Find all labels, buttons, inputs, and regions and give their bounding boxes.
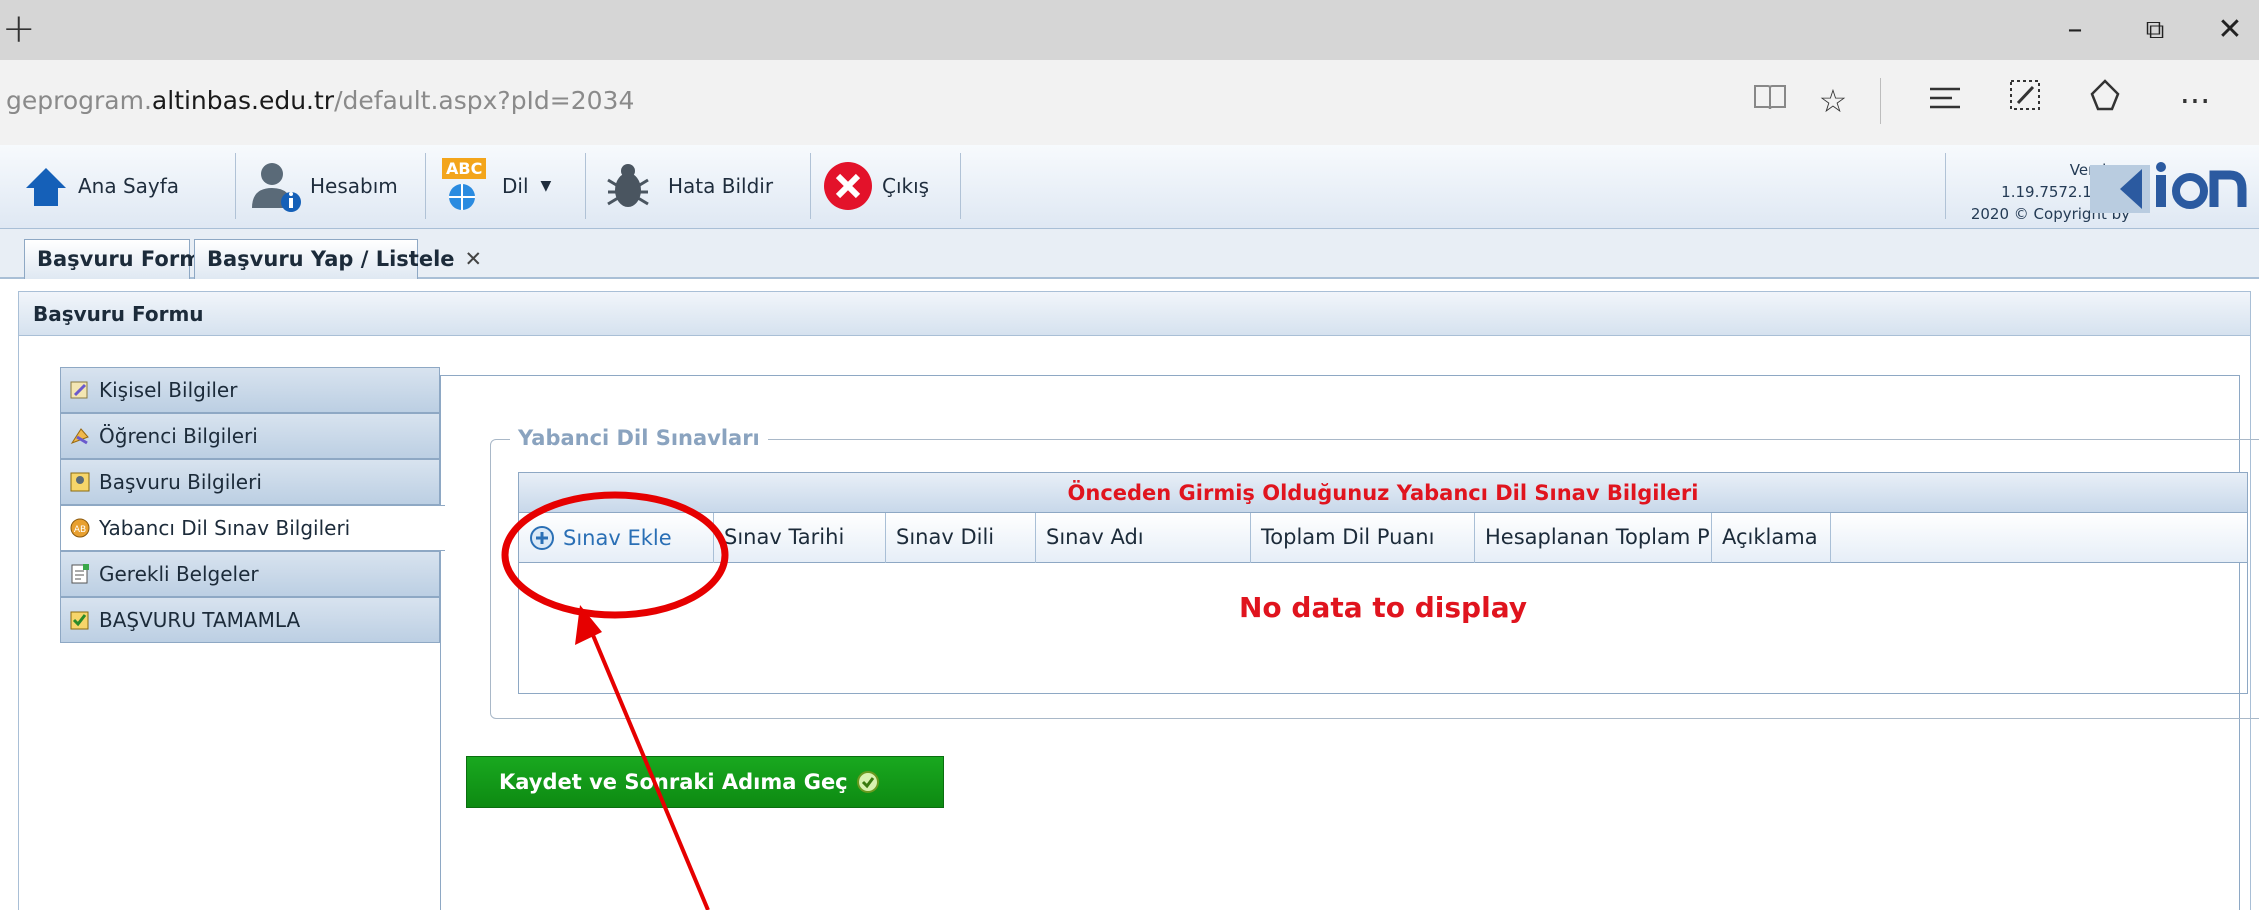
tab-label: Başvuru Yap / Listele <box>207 247 455 271</box>
close-icon[interactable]: ✕ <box>465 247 483 271</box>
complete-icon <box>70 611 89 630</box>
column-header-description[interactable]: Açıklama <box>1712 513 1831 563</box>
sidebar-item-label: BAŞVURU TAMAMLA <box>99 608 301 632</box>
web-note-icon[interactable] <box>2000 78 2050 124</box>
app-toolbar: Ana Sayfa Hesabım ABC Dil ▼ Hata Bildir … <box>0 145 2259 229</box>
account-button[interactable]: Hesabım <box>248 153 398 219</box>
minimize-button[interactable]: – <box>2050 10 2100 50</box>
sidebar-item-student[interactable]: Öğrenci Bilgileri <box>60 413 440 459</box>
sidebar-item-label: Başvuru Bilgileri <box>99 470 262 494</box>
logout-icon <box>824 162 872 210</box>
kion-logo <box>2090 159 2250 215</box>
toolbar-separator <box>810 153 811 219</box>
toolbar-separator <box>235 153 236 219</box>
account-label: Hesabım <box>310 174 398 198</box>
save-next-button[interactable]: Kaydet ve Sonraki Adıma Geç <box>466 756 944 808</box>
report-bug-label: Hata Bildir <box>668 174 774 198</box>
browser-titlebar: + – ⧉ ✕ <box>0 0 2259 60</box>
language-dropdown[interactable]: ABC Dil ▼ <box>440 153 551 219</box>
exams-grid: Önceden Girmiş Olduğunuz Yabancı Dil Sın… <box>518 472 2248 694</box>
documents-icon <box>71 564 89 584</box>
reading-view-icon[interactable] <box>1745 78 1795 124</box>
tab-label: Başvuru Formu <box>37 247 217 271</box>
column-header-exam-language[interactable]: Sınav Dili <box>886 513 1036 563</box>
sidebar-item-application[interactable]: Başvuru Bilgileri <box>60 459 440 505</box>
column-header-calculated-score[interactable]: Hesaplanan Toplam Puan <box>1475 513 1712 563</box>
address-bar: geprogram.altinbas.edu.tr/default.aspx?p… <box>0 60 2259 145</box>
restore-button[interactable]: ⧉ <box>2130 10 2180 50</box>
new-tab-button[interactable]: + <box>2 6 36 52</box>
tab-apply-list[interactable]: Başvuru Yap / Listele ✕ <box>194 239 482 279</box>
sidebar-item-language-exam[interactable]: AB Yabancı Dil Sınav Bilgileri <box>60 505 445 551</box>
sidebar-item-label: Öğrenci Bilgileri <box>99 424 258 448</box>
language-label: Dil <box>502 174 529 198</box>
toolbar-divider <box>1880 78 1881 124</box>
favorite-star-icon[interactable]: ☆ <box>1808 78 1858 124</box>
sidebar-item-personal[interactable]: Kişisel Bilgiler <box>60 367 440 413</box>
url-field[interactable]: geprogram.altinbas.edu.tr/default.aspx?p… <box>6 86 634 115</box>
application-info-icon <box>70 472 90 492</box>
panel-title: Başvuru Formu <box>19 292 2250 336</box>
grid-title: Önceden Girmiş Olduğunuz Yabancı Dil Sın… <box>519 473 2247 513</box>
bug-icon <box>607 164 649 207</box>
language-exam-icon: AB <box>70 518 90 538</box>
sidebar-item-label: Gerekli Belgeler <box>99 562 259 586</box>
logout-label: Çıkış <box>882 174 930 198</box>
sidebar-item-documents[interactable]: Gerekli Belgeler <box>60 551 440 597</box>
home-label: Ana Sayfa <box>78 174 180 198</box>
tab-strip: Başvuru Formu✕ Başvuru Yap / Listele ✕ <box>0 229 2259 279</box>
column-header-total-score[interactable]: Toplam Dil Puanı <box>1251 513 1475 563</box>
hub-icon[interactable] <box>1920 78 1970 124</box>
column-header-exam-date[interactable]: Sınav Tarihi <box>714 513 886 563</box>
add-exam-label: Sınav Ekle <box>563 526 672 550</box>
grid-header-row: Sınav Ekle Sınav Tarihi Sınav Dili Sınav… <box>519 513 2247 563</box>
save-next-label: Kaydet ve Sonraki Adıma Geç <box>499 770 848 794</box>
toolbar-separator <box>585 153 586 219</box>
personal-info-icon <box>70 381 88 399</box>
add-circle-icon <box>530 526 554 550</box>
column-header-exam-name[interactable]: Sınav Adı <box>1036 513 1251 563</box>
sidebar-item-label: Kişisel Bilgiler <box>99 378 238 402</box>
toolbar-separator <box>425 153 426 219</box>
exams-legend: Yabanci Dil Sınavları <box>510 426 768 450</box>
sidebar-item-label: Yabancı Dil Sınav Bilgileri <box>99 516 351 540</box>
home-icon <box>26 168 66 206</box>
home-button[interactable]: Ana Sayfa <box>22 153 179 219</box>
sidebar-item-complete[interactable]: BAŞVURU TAMAMLA <box>60 597 440 643</box>
logout-button[interactable]: Çıkış <box>822 153 929 219</box>
toolbar-separator <box>1945 153 1946 219</box>
toolbar-separator <box>960 153 961 219</box>
add-exam-button[interactable]: Sınav Ekle <box>519 513 714 563</box>
share-icon[interactable] <box>2080 78 2130 124</box>
chevron-down-icon: ▼ <box>540 178 552 194</box>
tab-application-form[interactable]: Başvuru Formu✕ <box>24 239 244 279</box>
student-info-icon <box>70 428 89 445</box>
account-icon <box>252 163 301 212</box>
report-bug-button[interactable]: Hata Bildir <box>600 153 773 219</box>
close-window-button[interactable]: ✕ <box>2205 10 2255 50</box>
check-circle-icon <box>856 771 879 793</box>
empty-grid-message: No data to display <box>1239 591 1527 624</box>
language-icon: ABC <box>440 158 492 214</box>
svg-text:AB: AB <box>74 525 86 535</box>
more-icon[interactable]: ··· <box>2170 78 2220 124</box>
